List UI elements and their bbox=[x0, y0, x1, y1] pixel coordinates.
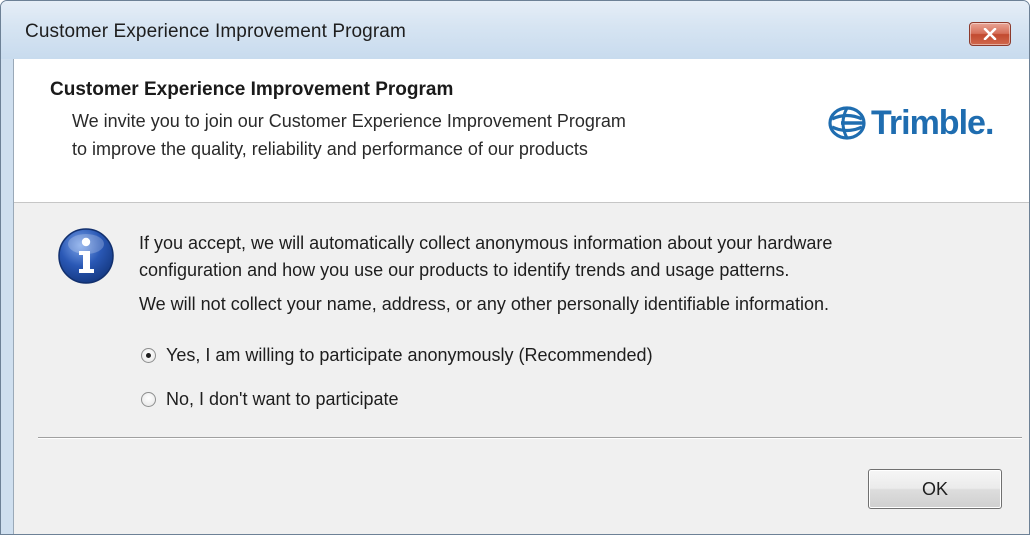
trimble-logo: Trimble. bbox=[827, 103, 994, 143]
option-participate[interactable]: Yes, I am willing to participate anonymo… bbox=[141, 343, 653, 367]
option-decline-label[interactable]: No, I don't want to participate bbox=[166, 389, 399, 410]
header-title: Customer Experience Improvement Program bbox=[50, 79, 454, 100]
radio-no[interactable] bbox=[141, 391, 156, 407]
close-icon bbox=[983, 28, 997, 40]
close-button[interactable] bbox=[969, 22, 1011, 46]
globe-icon bbox=[828, 106, 866, 140]
info-icon bbox=[58, 228, 114, 284]
header-description-line-2: to improve the quality, reliability and … bbox=[72, 139, 588, 159]
option-participate-label[interactable]: Yes, I am willing to participate anonymo… bbox=[166, 345, 653, 366]
radio-yes[interactable] bbox=[141, 347, 156, 363]
dialog-body: Customer Experience Improvement Program … bbox=[13, 59, 1029, 534]
privacy-text: We will not collect your name, address, … bbox=[139, 294, 830, 314]
header-description-line-1: We invite you to join our Customer Exper… bbox=[72, 111, 626, 131]
info-text-line-1: If you accept, we will automatically col… bbox=[139, 233, 833, 253]
logo-dot: . bbox=[984, 103, 995, 142]
title-bar[interactable]: Customer Experience Improvement Program bbox=[1, 1, 1029, 59]
option-decline[interactable]: No, I don't want to participate bbox=[141, 387, 399, 411]
info-text-line-2: configuration and how you use our produc… bbox=[139, 260, 790, 280]
window-title: Customer Experience Improvement Program bbox=[25, 21, 406, 42]
header-panel: Customer Experience Improvement Program … bbox=[14, 59, 1029, 203]
dialog-window: Customer Experience Improvement Program … bbox=[0, 0, 1030, 535]
ok-button[interactable]: OK bbox=[868, 469, 1002, 509]
separator bbox=[38, 437, 1022, 439]
logo-text: Trimble bbox=[871, 103, 986, 142]
